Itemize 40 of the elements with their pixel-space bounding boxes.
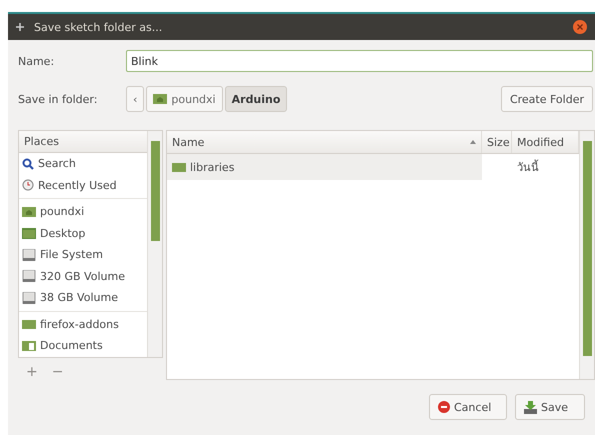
save-icon [524, 400, 537, 414]
place-item[interactable]: Desktop [19, 222, 147, 244]
place-item[interactable]: File System [19, 244, 147, 266]
clock-icon [22, 179, 34, 192]
place-item[interactable]: 320 GB Volume [19, 266, 147, 287]
scrollbar[interactable] [579, 131, 594, 379]
save-button[interactable]: Save [515, 394, 585, 420]
place-item[interactable]: poundxi [19, 201, 147, 222]
sort-arrow-icon [470, 140, 476, 144]
create-folder-button[interactable]: Create Folder [500, 86, 593, 112]
scrollbar[interactable] [147, 131, 162, 356]
home-folder-icon [153, 94, 168, 104]
file-name-cell[interactable]: libraries [167, 154, 482, 180]
back-button[interactable]: ‹ [126, 86, 144, 112]
places-header: Places [19, 131, 147, 153]
window-title: Save sketch folder as... [34, 20, 164, 34]
name-field[interactable]: Blink [126, 50, 593, 72]
path-button[interactable]: poundxi [146, 86, 223, 112]
place-item[interactable]: 38 GB Volume [19, 287, 147, 308]
folder-icon [172, 162, 186, 172]
cancel-icon [438, 401, 450, 413]
drive-icon [22, 248, 36, 261]
place-item[interactable]: firefox-addons [19, 314, 147, 335]
drive-icon [22, 270, 36, 282]
save-in-folder-label: Save in folder: [18, 92, 98, 106]
search-icon [22, 158, 34, 170]
place-item[interactable]: Documents [19, 335, 147, 356]
cancel-button[interactable]: Cancel [429, 394, 507, 420]
column-header[interactable]: Size [482, 131, 512, 153]
place-item[interactable]: Recently Used [19, 174, 147, 196]
column-header[interactable]: Name [167, 131, 482, 153]
name-label: Name: [18, 54, 56, 68]
path-button[interactable]: Arduino [224, 86, 288, 112]
folder-icon [22, 320, 36, 329]
home-folder-icon [22, 206, 36, 217]
place-item[interactable]: Search [19, 153, 147, 174]
desktop-icon [22, 228, 36, 239]
close-icon[interactable] [573, 20, 587, 34]
documents-folder-icon [22, 340, 36, 351]
drive-icon [22, 292, 36, 304]
